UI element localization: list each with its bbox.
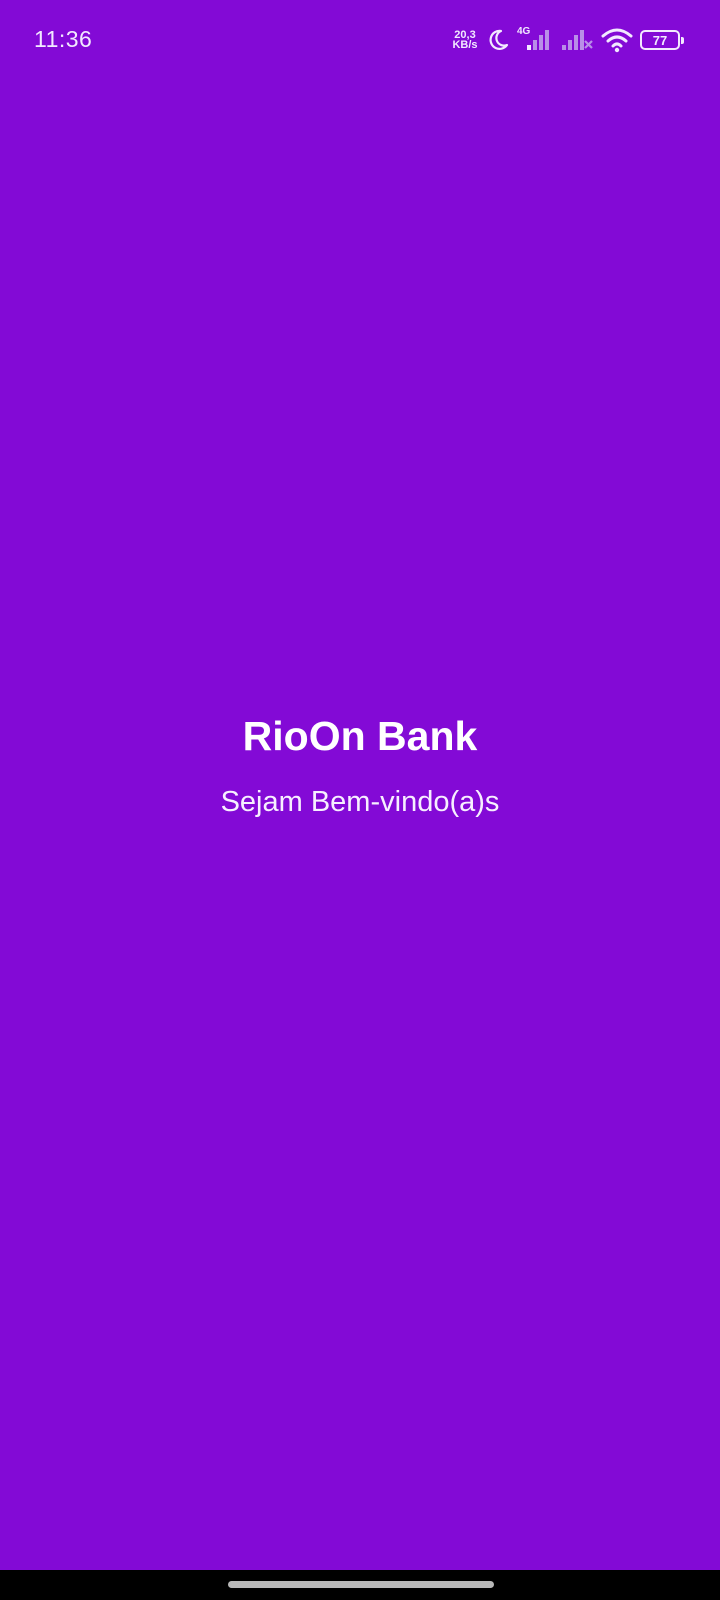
- wifi-icon: [601, 26, 633, 54]
- splash-content: RioOn Bank Sejam Bem-vindo(a)s: [0, 710, 720, 822]
- signal-no-service-icon: [560, 26, 594, 54]
- navigation-bar: [0, 1570, 720, 1600]
- network-speed: 20,3 KB/s: [451, 30, 479, 51]
- status-time: 11:36: [34, 26, 93, 52]
- moon-icon: [486, 28, 510, 52]
- status-icons: 20,3 KB/s 4G 77: [451, 24, 684, 56]
- status-bar: 11:36 20,3 KB/s 4G 77: [0, 0, 720, 82]
- battery-level: 77: [652, 32, 668, 48]
- network-speed-unit: KB/s: [452, 39, 478, 51]
- battery-icon: 77: [640, 30, 684, 50]
- signal-icon: 4G: [517, 26, 553, 54]
- welcome-message: Sejam Bem-vindo(a)s: [220, 786, 500, 818]
- app-title: RioOn Bank: [242, 713, 478, 759]
- home-indicator[interactable]: [228, 1581, 494, 1588]
